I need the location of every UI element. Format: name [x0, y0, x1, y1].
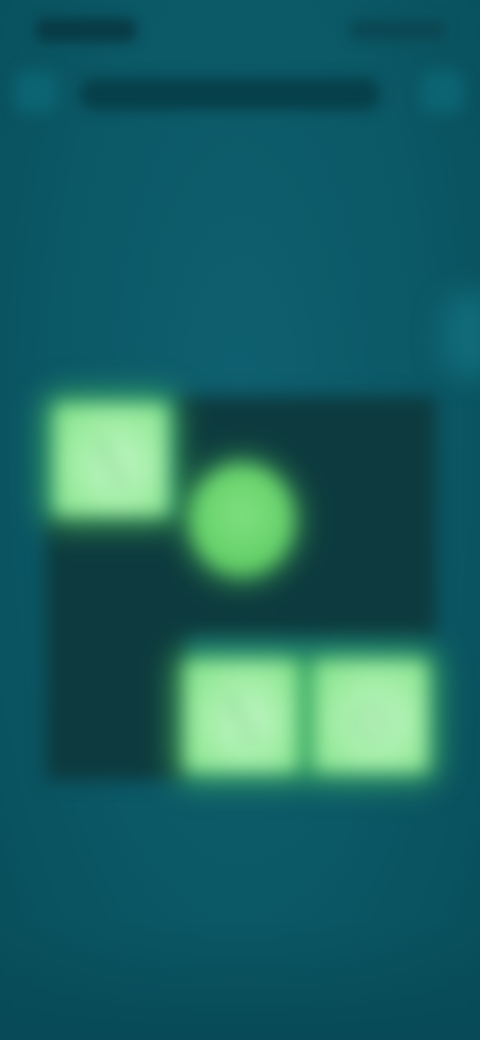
- status-time: [36, 18, 136, 42]
- page-title: [80, 78, 380, 110]
- diagonal-line-icon: ╲: [228, 697, 254, 743]
- tile-0-0[interactable]: ╲: [54, 404, 168, 516]
- status-icons: [350, 20, 446, 40]
- bottom-bar: [0, 920, 480, 1040]
- side-glow: [440, 290, 480, 380]
- back-button[interactable]: ‹: [14, 70, 58, 114]
- circle-icon: ○: [353, 697, 389, 743]
- orb-icon[interactable]: [190, 464, 294, 576]
- status-bar: [0, 0, 480, 56]
- board-panel-left: [46, 516, 186, 780]
- diagonal-line-icon: ╲: [98, 441, 124, 487]
- game-screen: ‹ ⚙ ╲ ╲ ○: [0, 0, 480, 1040]
- game-board: ╲ ╲ ○: [46, 396, 436, 780]
- header: ‹ ⚙: [0, 60, 480, 124]
- settings-button[interactable]: ⚙: [420, 70, 464, 114]
- tile-2-1[interactable]: ╲: [184, 660, 298, 772]
- gear-icon: ⚙: [431, 78, 453, 106]
- tile-2-2[interactable]: ○: [314, 660, 428, 772]
- back-arrow-icon: ‹: [31, 78, 41, 106]
